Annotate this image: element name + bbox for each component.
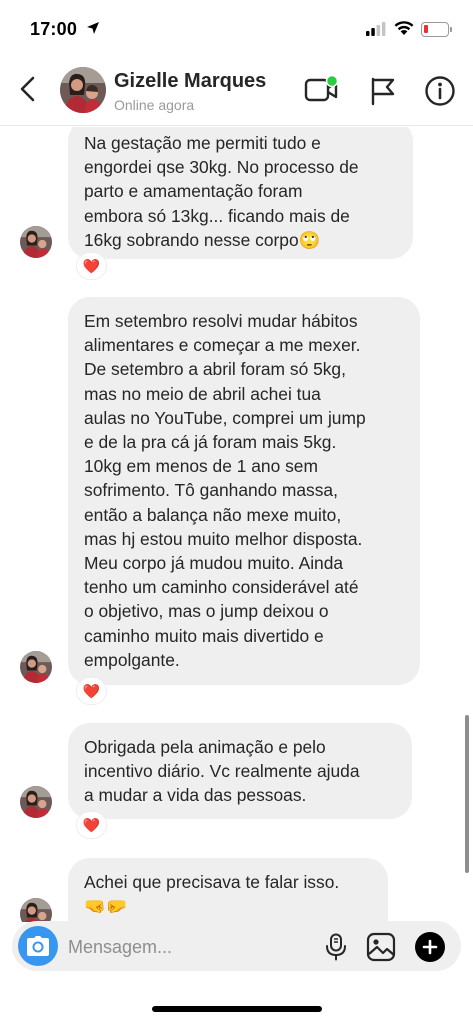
message-bubble[interactable]: Na gestação me permiti tudo e engordei q… bbox=[68, 127, 413, 259]
cellular-signal-icon bbox=[366, 22, 386, 36]
sender-avatar[interactable] bbox=[20, 651, 52, 683]
message-thread[interactable]: Na gestação me permiti tudo e engordei q… bbox=[0, 127, 473, 922]
heart-icon: ❤️ bbox=[82, 816, 101, 833]
camera-button[interactable] bbox=[18, 926, 58, 966]
contact-name[interactable]: Gizelle Marques bbox=[114, 70, 266, 93]
reaction-badge[interactable]: ❤️ bbox=[76, 811, 107, 839]
message-composer bbox=[12, 921, 461, 971]
status-time: 17:00 bbox=[30, 19, 78, 39]
microphone-icon[interactable] bbox=[324, 933, 348, 961]
scrollbar[interactable] bbox=[465, 715, 469, 873]
status-bar: 17:00 bbox=[0, 0, 473, 52]
heart-icon: ❤️ bbox=[82, 257, 101, 274]
flag-icon[interactable] bbox=[368, 76, 398, 106]
battery-level bbox=[424, 25, 428, 33]
message-bubble[interactable]: Em setembro resolvi mudar hábitos alimen… bbox=[68, 297, 420, 685]
location-arrow-icon bbox=[87, 22, 99, 34]
sender-avatar[interactable] bbox=[20, 898, 52, 922]
chat-header: Gizelle Marques Online agora bbox=[0, 52, 473, 126]
reaction-badge[interactable]: ❤️ bbox=[76, 677, 107, 705]
back-arrow-icon[interactable] bbox=[14, 74, 44, 104]
home-indicator[interactable] bbox=[152, 1006, 322, 1012]
message-bubble[interactable]: Achei que precisava te falar isso. 🤜🤛 bbox=[68, 858, 388, 922]
sender-avatar[interactable] bbox=[20, 786, 52, 818]
gallery-icon[interactable] bbox=[366, 932, 396, 962]
heart-icon: ❤️ bbox=[82, 682, 101, 699]
info-icon[interactable] bbox=[423, 74, 457, 108]
video-call-icon[interactable] bbox=[304, 75, 340, 105]
wifi-icon bbox=[394, 21, 414, 35]
contact-status: Online agora bbox=[114, 97, 195, 113]
camera-icon bbox=[27, 936, 49, 956]
plus-icon bbox=[422, 939, 438, 955]
contact-avatar[interactable] bbox=[60, 67, 106, 113]
plus-button[interactable] bbox=[415, 932, 445, 962]
message-input[interactable] bbox=[68, 935, 308, 959]
message-bubble[interactable]: Obrigada pela animação e pelo incentivo … bbox=[68, 723, 412, 819]
reaction-badge[interactable]: ❤️ bbox=[76, 252, 107, 280]
battery-icon bbox=[421, 22, 452, 37]
sender-avatar[interactable] bbox=[20, 226, 52, 258]
